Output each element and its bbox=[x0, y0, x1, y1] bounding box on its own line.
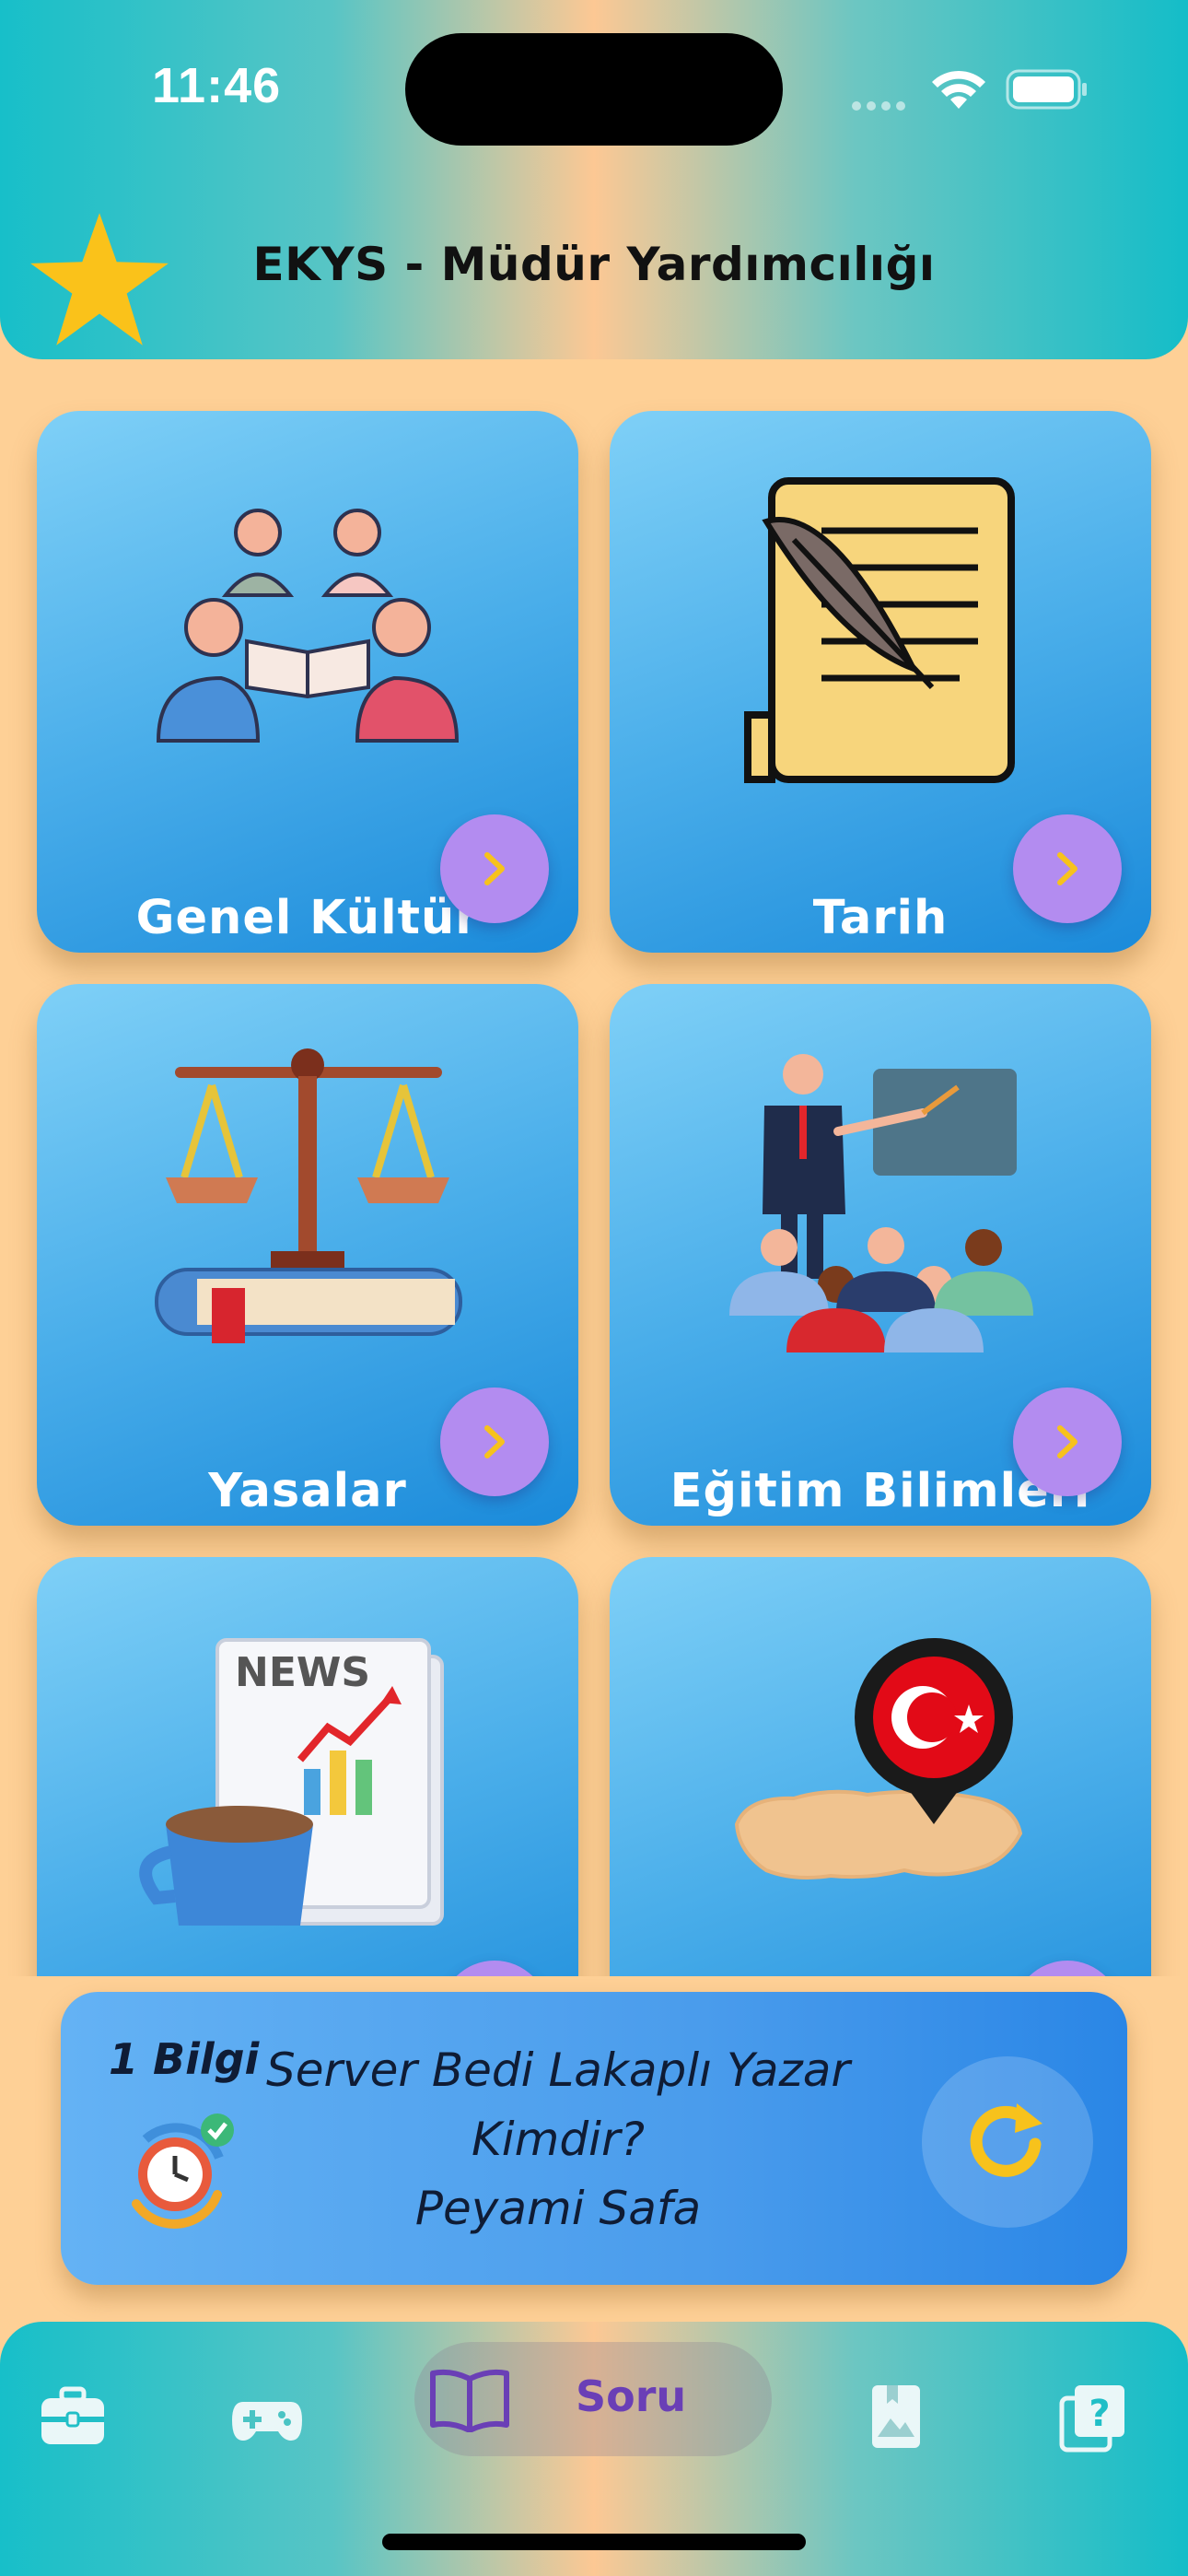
category-card-news[interactable]: NEWS bbox=[37, 1557, 578, 1976]
open-category-button[interactable] bbox=[440, 814, 549, 923]
svg-text:?: ? bbox=[1089, 2393, 1110, 2435]
info-question-line2: Kimdir? bbox=[471, 2113, 646, 2166]
info-answer: Peyami Safa bbox=[414, 2182, 702, 2235]
briefcase-icon bbox=[41, 2386, 104, 2444]
app-header: 11:46 EKYS - Müdür Yardımcılığı bbox=[0, 0, 1188, 359]
open-category-button[interactable] bbox=[1013, 1388, 1122, 1496]
refresh-button[interactable] bbox=[922, 2056, 1093, 2228]
dynamic-island bbox=[405, 33, 783, 146]
info-text: Server Bedi Lakaplı Yazar Kimdir? Peyami… bbox=[254, 2036, 862, 2243]
battery-icon bbox=[1006, 69, 1087, 110]
open-book-icon bbox=[430, 2369, 509, 2432]
category-card-egitim-bilimleri[interactable]: Eğitim Bilimleri bbox=[610, 984, 1151, 1526]
clock-check-icon bbox=[132, 2113, 234, 2229]
turkey-map-pin-icon bbox=[734, 1638, 1023, 1879]
open-category-button[interactable] bbox=[440, 1388, 549, 1496]
tab-game[interactable] bbox=[216, 2366, 318, 2467]
category-card-genel-kultur[interactable]: Genel Kültür bbox=[37, 411, 578, 953]
open-category-button[interactable] bbox=[1013, 814, 1122, 923]
chevron-right-icon bbox=[484, 852, 505, 885]
chevron-right-icon bbox=[1057, 1425, 1077, 1458]
category-grid: Genel Kültür Tarih Yasalar Eğitim Biliml… bbox=[0, 396, 1188, 1976]
category-card-turkey[interactable] bbox=[610, 1557, 1151, 1976]
tab-soru[interactable]: Soru bbox=[414, 2342, 772, 2456]
category-card-tarih[interactable]: Tarih bbox=[610, 411, 1151, 953]
info-question-line1: Server Bedi Lakaplı Yazar bbox=[266, 2043, 850, 2097]
tab-questions[interactable]: ? bbox=[1042, 2366, 1144, 2467]
status-time: 11:46 bbox=[152, 58, 282, 113]
daily-info-card[interactable]: 1 Bilgi Server Bedi Lakaplı Yazar Kimdir… bbox=[61, 1992, 1127, 2285]
info-count: 1 Bilgi bbox=[109, 2034, 260, 2084]
question-cards-icon: ? bbox=[1059, 2385, 1124, 2453]
refresh-icon bbox=[970, 2103, 1042, 2177]
category-card-yasalar[interactable]: Yasalar bbox=[37, 984, 578, 1526]
cellular-signal-icon bbox=[852, 92, 907, 111]
wifi-icon bbox=[932, 70, 985, 109]
svg-text:NEWS: NEWS bbox=[235, 1649, 370, 1696]
tab-label: Soru bbox=[576, 2371, 687, 2421]
bookmark-photo-icon bbox=[872, 2385, 920, 2448]
chevron-right-icon bbox=[484, 1425, 505, 1458]
page-title: EKYS - Müdür Yardımcılığı bbox=[252, 238, 936, 291]
home-indicator bbox=[382, 2534, 806, 2550]
tab-gallery[interactable] bbox=[845, 2366, 947, 2467]
tab-briefcase[interactable] bbox=[22, 2366, 123, 2467]
news-coffee-icon: NEWS bbox=[139, 1638, 444, 1926]
gamepad-icon bbox=[232, 2402, 302, 2441]
chevron-right-icon bbox=[1057, 852, 1077, 885]
